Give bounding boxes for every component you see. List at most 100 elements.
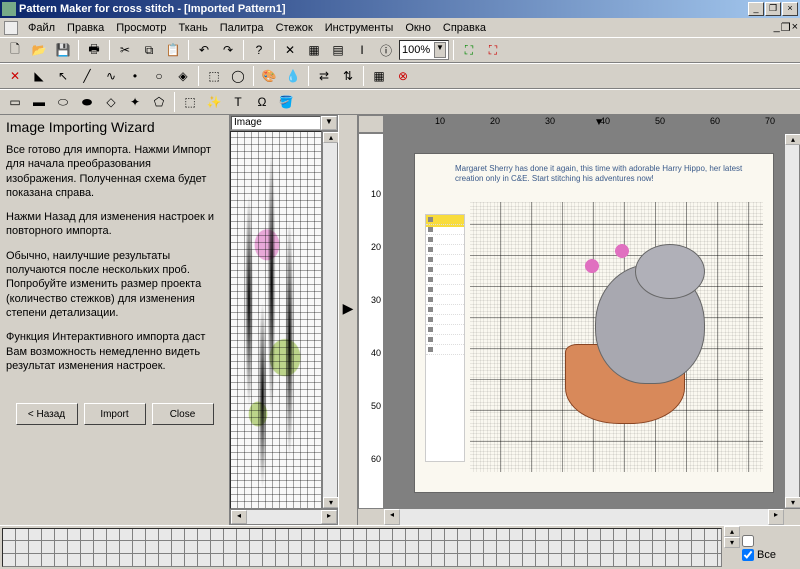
copy-icon[interactable]: ⧉ [138, 39, 160, 61]
doc-minimize-button[interactable]: _ [774, 21, 780, 34]
close-button[interactable]: × [782, 2, 798, 16]
menu-view[interactable]: Просмотр [110, 20, 172, 36]
halfstitch-icon[interactable]: ◣ [28, 65, 50, 87]
redo-icon[interactable]: ↷ [217, 39, 239, 61]
menu-fabric[interactable]: Ткань [172, 20, 213, 36]
zoom-dropdown-icon[interactable]: ▼ [434, 42, 446, 58]
color-palette[interactable] [2, 528, 722, 567]
fullscreen-icon[interactable]: ⛶ [482, 39, 504, 61]
doc-close-button[interactable]: × [792, 21, 798, 34]
back-button[interactable]: < Назад [16, 403, 78, 425]
fit-icon[interactable]: ⛶ [458, 39, 480, 61]
star-icon[interactable]: ✦ [124, 91, 146, 113]
scroll-left-icon[interactable]: ◂ [384, 509, 400, 525]
toolbar-tools: ✕ ◣ ↖ ╱ ∿ • ○ ◈ ⬚ ◯ 🎨 💧 ⇄ ⇅ ▦ ⊗ [0, 63, 800, 89]
cross-icon[interactable]: ✕ [279, 39, 301, 61]
fill-ellipse-icon[interactable]: ⬬ [76, 91, 98, 113]
image-vscroll[interactable]: ▴ ▾ [322, 131, 338, 509]
scroll-up-icon[interactable]: ▴ [785, 134, 800, 145]
wizard-para-1: Все готово для импорта. Нажми Импорт для… [6, 143, 223, 200]
checkbox-1[interactable] [742, 535, 754, 547]
mirror-h-icon[interactable]: ⇄ [313, 65, 335, 87]
menu-edit[interactable]: Правка [61, 20, 110, 36]
texttool-icon[interactable]: T [227, 91, 249, 113]
save-icon[interactable]: 💾 [52, 39, 74, 61]
ruler-corner [358, 115, 384, 133]
backstitch-icon[interactable]: ∿ [100, 65, 122, 87]
doc-restore-button[interactable]: ❐ [781, 21, 791, 34]
ellipse-icon[interactable]: ⬭ [52, 91, 74, 113]
pattern-hscroll[interactable]: ◂ ▸ [358, 509, 800, 525]
color-icon[interactable]: 🎨 [258, 65, 280, 87]
scroll-down-icon[interactable]: ▾ [323, 497, 339, 508]
scroll-track[interactable] [323, 143, 337, 497]
scroll-right-icon[interactable]: ▸ [321, 510, 337, 524]
scroll-track[interactable] [247, 510, 321, 524]
symbol-icon[interactable]: Ω [251, 91, 273, 113]
palette-vscroll[interactable]: ▴ ▾ [724, 526, 740, 569]
image-selector[interactable]: Image ▼ [230, 115, 338, 131]
menu-window[interactable]: Окно [399, 20, 437, 36]
all-label: Все [757, 549, 776, 561]
menu-file[interactable]: Файл [22, 20, 61, 36]
scroll-down-icon[interactable]: ▾ [724, 537, 740, 548]
paste-icon[interactable]: 📋 [162, 39, 184, 61]
zoom-combo[interactable]: 100%▼ [399, 40, 449, 60]
bead-icon[interactable]: ○ [148, 65, 170, 87]
rect-icon[interactable]: ▭ [4, 91, 26, 113]
lasso-icon[interactable]: ◯ [227, 65, 249, 87]
diamond-icon[interactable]: ◇ [100, 91, 122, 113]
undo-icon[interactable]: ↶ [193, 39, 215, 61]
ruler-tick: 30 [371, 295, 381, 305]
eyedropper-icon[interactable]: 💧 [282, 65, 304, 87]
polygon-icon[interactable]: ⬠ [148, 91, 170, 113]
french-knot-icon[interactable]: • [124, 65, 146, 87]
maximize-button[interactable]: ❐ [765, 2, 781, 16]
menu-stitch[interactable]: Стежок [270, 20, 319, 36]
gridtoggle-icon[interactable]: ▦ [368, 65, 390, 87]
new-icon[interactable]: 🗋 [4, 39, 26, 61]
special-icon[interactable]: ◈ [172, 65, 194, 87]
wand-icon[interactable]: ✨ [203, 91, 225, 113]
ruler-tick: 40 [600, 116, 610, 126]
marquee-icon[interactable]: ⬚ [179, 91, 201, 113]
menu-palette[interactable]: Палитра [214, 20, 270, 36]
scroll-track[interactable] [400, 509, 768, 525]
scroll-down-icon[interactable]: ▾ [785, 497, 800, 508]
image-dropdown-icon[interactable]: ▼ [321, 116, 337, 130]
checkbox-all[interactable]: Все [742, 549, 776, 561]
grid2-icon[interactable]: ▤ [327, 39, 349, 61]
open-icon[interactable]: 📂 [28, 39, 50, 61]
mirror-v-icon[interactable]: ⇅ [337, 65, 359, 87]
scroll-up-icon[interactable]: ▴ [724, 526, 740, 537]
xstitch-icon[interactable]: ✕ [4, 65, 26, 87]
scroll-track[interactable] [785, 145, 799, 497]
grid-icon[interactable]: ▦ [303, 39, 325, 61]
image-label: Image [231, 116, 321, 130]
import-button[interactable]: Import [84, 403, 146, 425]
close-wizard-button[interactable]: Close [152, 403, 214, 425]
wizard-para-3: Обычно, наилучшие результаты получаются … [6, 249, 223, 320]
toolbar-main: 🗋 📂 💾 🖶 ✂ ⧉ 📋 ↶ ↷ ? ✕ ▦ ▤ I ⓘ 100%▼ ⛶ ⛶ [0, 37, 800, 63]
fillrect-icon[interactable]: ▬ [28, 91, 50, 113]
scroll-up-icon[interactable]: ▴ [323, 132, 339, 143]
help-icon[interactable]: ? [248, 39, 270, 61]
menu-help[interactable]: Справка [437, 20, 492, 36]
line-icon[interactable]: ╱ [76, 65, 98, 87]
fill-icon[interactable]: 🪣 [275, 91, 297, 113]
menu-tools[interactable]: Инструменты [319, 20, 400, 36]
scroll-left-icon[interactable]: ◂ [231, 510, 247, 524]
scroll-right-icon[interactable]: ▸ [768, 509, 784, 525]
pointer-icon[interactable]: ↖ [52, 65, 74, 87]
minimize-button[interactable]: _ [748, 2, 764, 16]
image-hscroll[interactable]: ◂ ▸ [230, 509, 338, 525]
image-panel: Image ▼ ▴ ▾ ◂ ▸ [230, 115, 338, 525]
text-icon[interactable]: I [351, 39, 373, 61]
error-icon[interactable]: ⊗ [392, 65, 414, 87]
pattern-vscroll[interactable]: ▴ ▾ [784, 133, 800, 509]
cut-icon[interactable]: ✂ [114, 39, 136, 61]
print-icon[interactable]: 🖶 [83, 39, 105, 61]
pattern-canvas[interactable]: Margaret Sherry has done it again, this … [384, 133, 784, 509]
select-icon[interactable]: ⬚ [203, 65, 225, 87]
info-icon[interactable]: ⓘ [375, 39, 397, 61]
